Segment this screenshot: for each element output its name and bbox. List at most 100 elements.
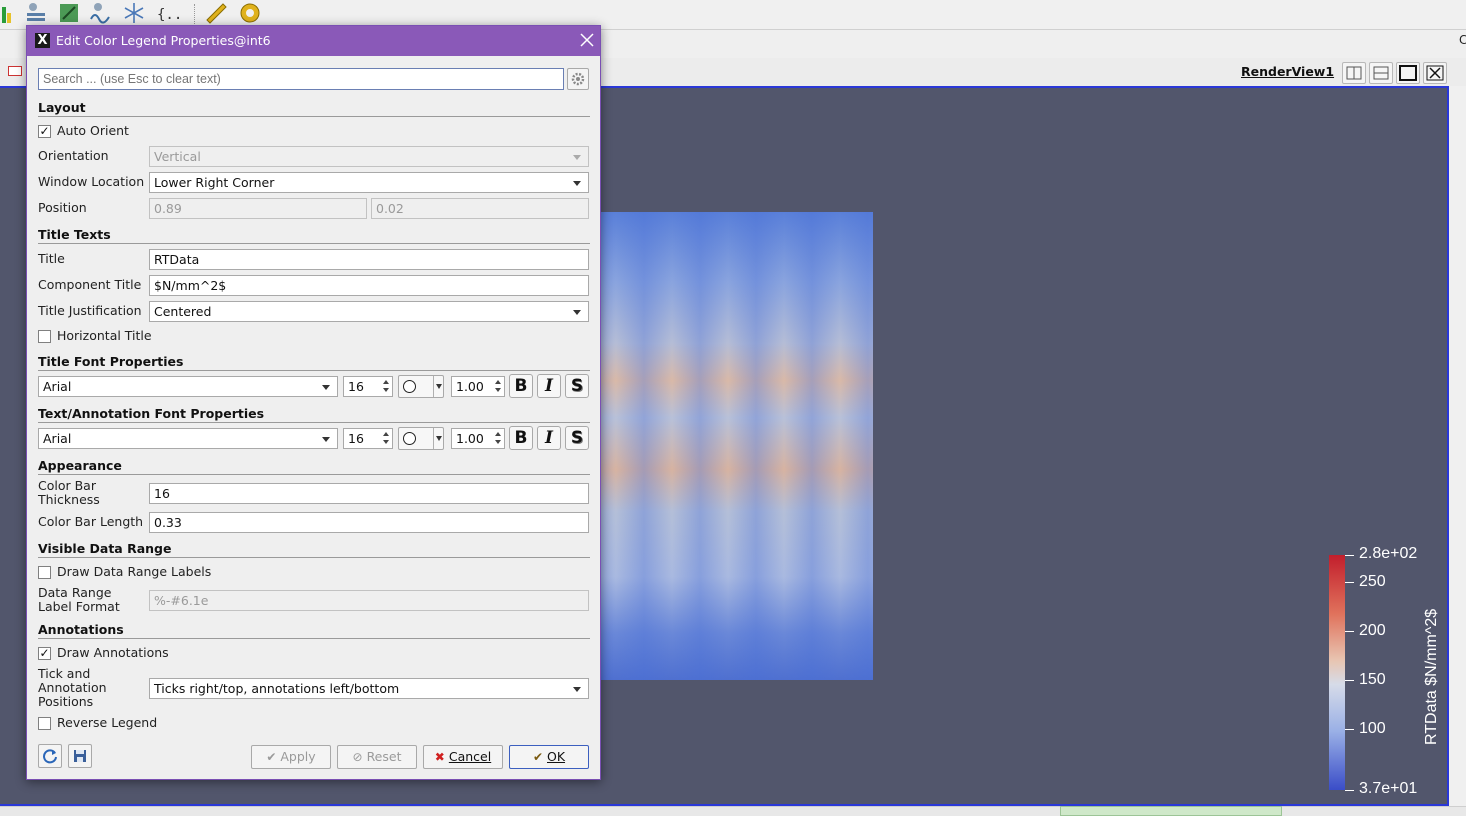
horizontal-title-label: Horizontal Title bbox=[57, 328, 152, 343]
draw-annotations-checkbox[interactable]: ✓ bbox=[38, 647, 51, 660]
title-font-family-select[interactable]: Arial bbox=[38, 376, 338, 397]
split-vertical-button[interactable] bbox=[1369, 62, 1393, 84]
text-shadow-button[interactable]: S bbox=[565, 426, 589, 450]
render-view-title[interactable]: RenderView1 bbox=[1241, 64, 1334, 79]
component-title-input[interactable]: $N/mm^2$ bbox=[149, 275, 589, 296]
cancel-x-icon: ✖ bbox=[434, 750, 445, 764]
tick-positions-select[interactable]: Ticks right/top, annotations left/bottom bbox=[149, 678, 589, 699]
position-y-field[interactable]: 0.02 bbox=[371, 198, 589, 219]
split-horizontal-button[interactable] bbox=[1342, 62, 1366, 84]
horizontal-title-checkbox[interactable] bbox=[38, 330, 51, 343]
reset-icon: ⊘ bbox=[352, 750, 363, 764]
text-font-color-button[interactable] bbox=[398, 427, 444, 450]
gear-icon bbox=[571, 72, 585, 86]
title-font-color-button[interactable] bbox=[398, 375, 444, 398]
spin-arrows-icon[interactable] bbox=[381, 378, 391, 395]
draw-range-labels-label: Draw Data Range Labels bbox=[57, 564, 212, 579]
reverse-legend-checkbox[interactable] bbox=[38, 717, 51, 730]
reset-button-label: Reset bbox=[366, 749, 402, 764]
orientation-select[interactable]: Vertical bbox=[149, 146, 589, 167]
legend-title: RTData $N/mm^2$ bbox=[1423, 608, 1440, 745]
apply-button-label: Apply bbox=[280, 749, 316, 764]
restore-defaults-button[interactable] bbox=[38, 744, 62, 768]
chevron-down-icon bbox=[573, 310, 581, 315]
text-font-opacity-spinbox[interactable]: 1.00 bbox=[451, 428, 505, 449]
legend-label: 200 bbox=[1359, 622, 1386, 639]
text-font-size-spinbox[interactable]: 16 bbox=[343, 428, 393, 449]
title-italic-button[interactable]: I bbox=[537, 374, 561, 398]
auto-orient-label: Auto Orient bbox=[57, 123, 129, 138]
group-datasets-icon[interactable] bbox=[24, 1, 48, 25]
position-label: Position bbox=[38, 200, 87, 215]
orientation-value: Vertical bbox=[154, 149, 201, 164]
rendered-dataset bbox=[560, 212, 873, 680]
legend-max-label: 2.8e+02 bbox=[1359, 545, 1418, 562]
title-font-size-spinbox[interactable]: 16 bbox=[343, 376, 393, 397]
snowflake-icon[interactable] bbox=[122, 1, 146, 25]
title-bold-button[interactable]: B bbox=[509, 374, 533, 398]
color-legend-bar bbox=[1329, 555, 1345, 790]
color-bar-thickness-input[interactable]: 16 bbox=[149, 483, 589, 504]
title-label: Title bbox=[38, 251, 65, 266]
color-bar-thickness-label: Color Bar Thickness bbox=[38, 478, 100, 507]
svg-text:{..}: {..} bbox=[157, 7, 180, 23]
text-font-family-value: Arial bbox=[43, 431, 72, 446]
legend-tick bbox=[1345, 555, 1354, 556]
split-vertical-icon bbox=[1373, 66, 1389, 80]
apply-button[interactable]: ✔ Apply bbox=[251, 745, 331, 769]
plot-over-time-icon[interactable] bbox=[89, 1, 113, 25]
title-shadow-button[interactable]: S bbox=[565, 374, 589, 398]
color-bar-length-input[interactable]: 0.33 bbox=[149, 512, 589, 533]
reverse-legend-label: Reverse Legend bbox=[57, 715, 158, 730]
status-progress bbox=[1060, 806, 1282, 816]
text-italic-button[interactable]: I bbox=[537, 426, 561, 450]
toolbar-separator bbox=[194, 4, 195, 24]
edit-icon[interactable] bbox=[57, 1, 81, 25]
title-justification-select[interactable]: Centered bbox=[149, 301, 589, 322]
reset-button[interactable]: ⊘ Reset bbox=[337, 745, 417, 769]
search-input[interactable] bbox=[38, 68, 564, 90]
chevron-down-icon bbox=[436, 384, 442, 389]
legend-tick bbox=[1345, 582, 1354, 583]
ok-check-icon: ✔ bbox=[532, 750, 543, 764]
edit-color-legend-dialog: X Edit Color Legend Properties@int6 Layo… bbox=[26, 25, 601, 780]
spin-arrows-icon[interactable] bbox=[381, 430, 391, 447]
range-label-format-input[interactable]: %-#6.1e bbox=[149, 590, 589, 611]
bar-chart-icon[interactable] bbox=[0, 1, 24, 25]
maximize-view-button[interactable] bbox=[1396, 62, 1420, 84]
text-bold-button[interactable]: B bbox=[509, 426, 533, 450]
spin-arrows-icon[interactable] bbox=[493, 378, 503, 395]
auto-orient-checkbox[interactable]: ✓ bbox=[38, 125, 51, 138]
advanced-settings-button[interactable] bbox=[567, 68, 589, 90]
title-font-size-value: 16 bbox=[348, 379, 364, 394]
position-x-field[interactable]: 0.89 bbox=[149, 198, 367, 219]
text-font-size-value: 16 bbox=[348, 431, 364, 446]
code-braces-icon[interactable]: {..} bbox=[156, 1, 180, 25]
color-swatch-icon bbox=[403, 432, 416, 445]
ruler-icon[interactable] bbox=[204, 1, 228, 25]
legend-min-label: 3.7e+01 bbox=[1359, 780, 1418, 797]
title-input[interactable]: RTData bbox=[149, 249, 589, 270]
ok-button[interactable]: ✔ OK bbox=[509, 745, 589, 769]
view-frame-icon[interactable] bbox=[8, 66, 22, 76]
text-font-opacity-value: 1.00 bbox=[456, 431, 484, 446]
dialog-titlebar[interactable]: X Edit Color Legend Properties@int6 bbox=[27, 26, 600, 56]
legend-tick bbox=[1345, 729, 1354, 730]
window-location-select[interactable]: Lower Right Corner bbox=[149, 172, 589, 193]
save-icon bbox=[74, 750, 86, 762]
cancel-button[interactable]: ✖ Cancel bbox=[423, 745, 503, 769]
text-font-family-select[interactable]: Arial bbox=[38, 428, 338, 449]
title-font-opacity-value: 1.00 bbox=[456, 379, 484, 394]
protractor-icon[interactable] bbox=[238, 1, 262, 25]
title-font-opacity-spinbox[interactable]: 1.00 bbox=[451, 376, 505, 397]
spin-arrows-icon[interactable] bbox=[493, 430, 503, 447]
draw-range-labels-checkbox[interactable] bbox=[38, 566, 51, 579]
chevron-down-icon bbox=[573, 181, 581, 186]
save-defaults-button[interactable] bbox=[68, 744, 92, 768]
chevron-down-icon bbox=[573, 155, 581, 160]
tick-positions-value: Ticks right/top, annotations left/bottom bbox=[154, 681, 400, 696]
close-view-button[interactable] bbox=[1423, 62, 1447, 84]
title-justification-value: Centered bbox=[154, 304, 212, 319]
legend-tick bbox=[1345, 631, 1354, 632]
dialog-close-button[interactable] bbox=[577, 29, 597, 51]
